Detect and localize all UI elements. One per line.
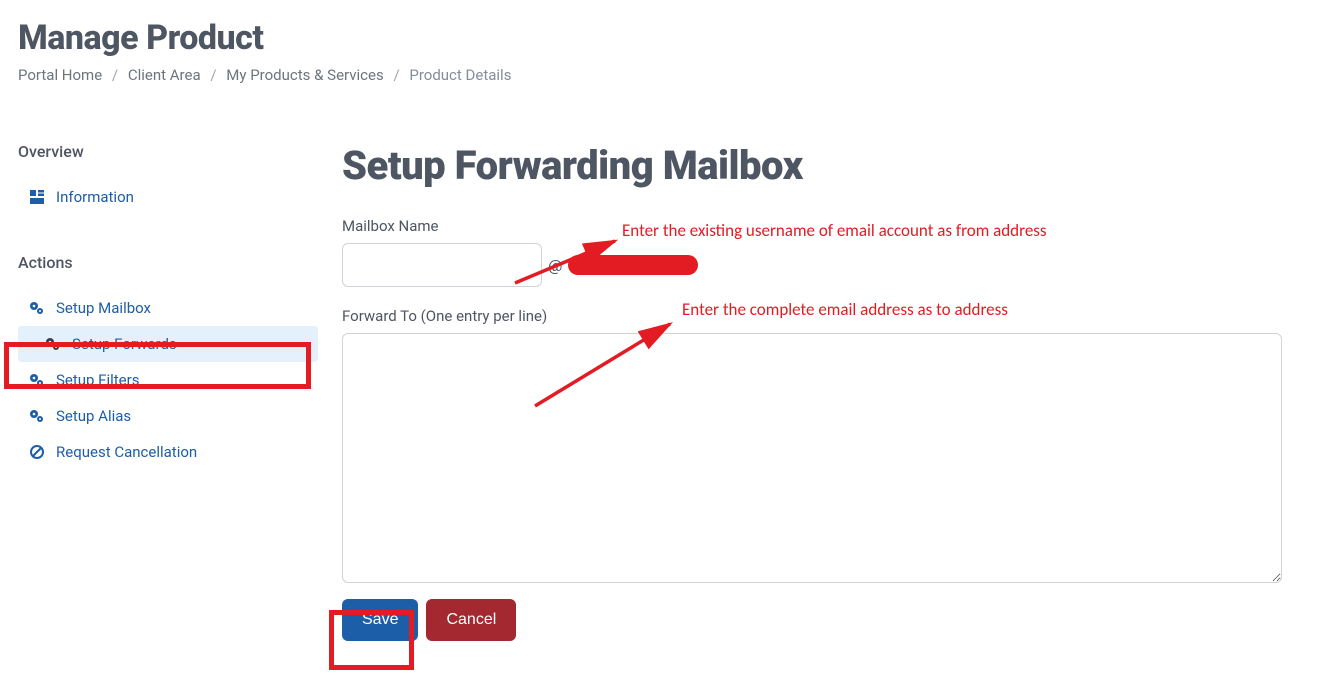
sidebar-item-setup-forwards[interactable]: Setup Forwards: [18, 326, 318, 362]
ban-icon: [28, 444, 46, 460]
sidebar-actions-heading: Actions: [18, 253, 318, 272]
main-content: Setup Forwarding Mailbox Mailbox Name @ …: [318, 142, 1322, 641]
breadcrumb-sep: /: [112, 66, 118, 84]
gears-icon: [28, 372, 46, 388]
breadcrumb-link-client-area[interactable]: Client Area: [128, 66, 201, 84]
sidebar-item-label: Setup Mailbox: [56, 299, 151, 317]
breadcrumb-sep: /: [210, 66, 216, 84]
forward-to-textarea[interactable]: [342, 333, 1282, 583]
mailbox-name-input[interactable]: [342, 243, 542, 287]
sidebar-item-label: Setup Alias: [56, 407, 131, 425]
sidebar-overview-heading: Overview: [18, 142, 318, 161]
info-tiles-icon: [28, 189, 46, 205]
sidebar: Overview Information Actions Setup Mailb…: [0, 142, 318, 641]
breadcrumb-sep: /: [393, 66, 399, 84]
breadcrumb-link-products-services[interactable]: My Products & Services: [226, 66, 383, 84]
save-button[interactable]: Save: [342, 599, 418, 641]
forward-to-label: Forward To (One entry per line): [342, 307, 1282, 325]
redacted-domain: [568, 255, 698, 275]
at-sign: @: [548, 256, 562, 275]
sidebar-item-label: Information: [56, 188, 134, 206]
breadcrumb: Portal Home / Client Area / My Products …: [18, 66, 1322, 84]
gears-icon: [28, 408, 46, 424]
breadcrumb-link-portal-home[interactable]: Portal Home: [18, 66, 102, 84]
sidebar-item-label: Setup Forwards: [72, 335, 177, 353]
main-title: Setup Forwarding Mailbox: [342, 142, 1282, 189]
page-title: Manage Product: [18, 18, 1322, 58]
sidebar-item-setup-alias[interactable]: Setup Alias: [18, 398, 318, 434]
mailbox-name-label: Mailbox Name: [342, 217, 1282, 235]
sidebar-item-setup-filters[interactable]: Setup Filters: [18, 362, 318, 398]
sidebar-item-information[interactable]: Information: [18, 179, 318, 215]
cancel-button[interactable]: Cancel: [426, 599, 516, 641]
sidebar-item-label: Setup Filters: [56, 371, 139, 389]
sidebar-item-request-cancellation[interactable]: Request Cancellation: [18, 434, 318, 470]
gears-icon: [28, 300, 46, 316]
breadcrumb-current: Product Details: [409, 66, 511, 84]
gears-icon: [44, 336, 62, 352]
sidebar-item-setup-mailbox[interactable]: Setup Mailbox: [18, 290, 318, 326]
sidebar-item-label: Request Cancellation: [56, 443, 197, 461]
